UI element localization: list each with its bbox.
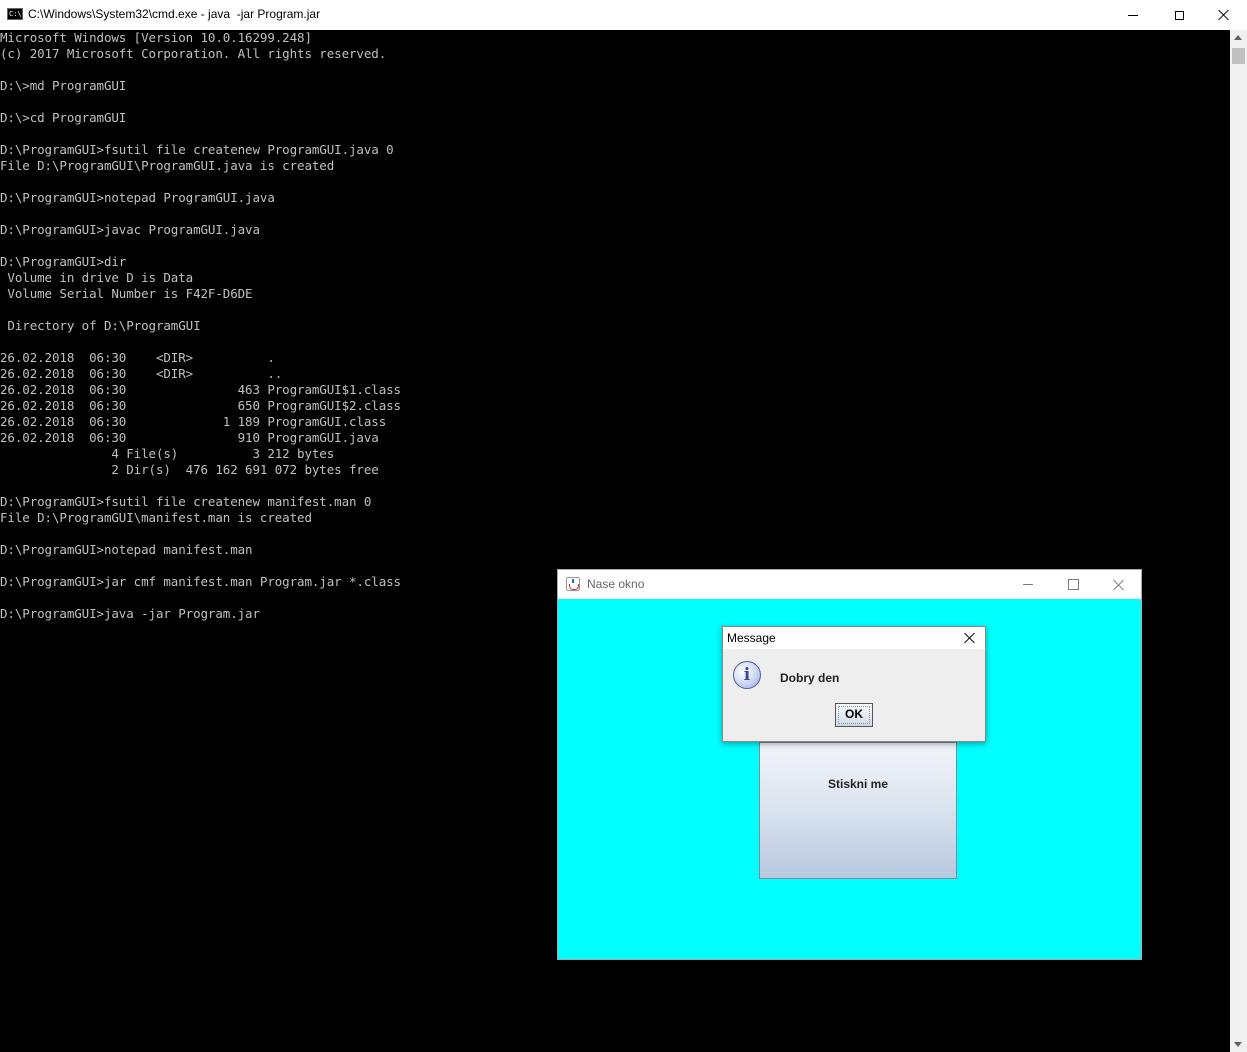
console-line: D:\ProgramGUI>dir — [0, 254, 127, 269]
console-line: Volume in drive D is Data — [0, 270, 194, 285]
scroll-up-arrow-icon[interactable] — [1234, 35, 1242, 40]
console-line: D:\ProgramGUI>fsutil file createnew Prog… — [0, 142, 394, 157]
scroll-down-arrow-icon[interactable] — [1234, 1042, 1242, 1047]
console-line: File D:\ProgramGUI\ProgramGUI.java is cr… — [0, 158, 335, 173]
java-title-bar[interactable]: Nase okno — [558, 570, 1141, 599]
close-icon — [964, 632, 976, 644]
console-line: 26.02.2018 06:30 1 189 ProgramGUI.class — [0, 414, 387, 429]
console-line: 26.02.2018 06:30 <DIR> .. — [0, 366, 283, 381]
cmd-maximize-button[interactable] — [1156, 0, 1202, 30]
cmd-title-bar[interactable]: C:\ C:\Windows\System32\cmd.exe - java -… — [0, 0, 1247, 30]
dialog-title: Message — [727, 631, 776, 645]
console-line: D:\ProgramGUI>notepad manifest.man — [0, 542, 253, 557]
cmd-window-title: C:\Windows\System32\cmd.exe - java -jar … — [28, 7, 321, 21]
dialog-close-button[interactable] — [956, 627, 984, 649]
minimize-icon — [1023, 584, 1033, 585]
close-icon — [1113, 579, 1125, 591]
cmd-app-icon[interactable]: C:\ — [7, 8, 23, 20]
java-maximize-button[interactable] — [1050, 570, 1096, 599]
ok-button[interactable]: OK — [835, 703, 873, 727]
console-line: 26.02.2018 06:30 650 ProgramGUI$2.class — [0, 398, 401, 413]
dialog-title-bar[interactable]: Message — [723, 627, 985, 649]
java-window-title: Nase okno — [587, 577, 645, 591]
close-icon — [1218, 9, 1230, 21]
java-close-button[interactable] — [1096, 570, 1142, 599]
console-line: 26.02.2018 06:30 463 ProgramGUI$1.class — [0, 382, 401, 397]
console-line: D:\>cd ProgramGUI — [0, 110, 127, 125]
console-scrollbar[interactable] — [1230, 30, 1247, 1052]
maximize-icon — [1174, 10, 1184, 20]
java-cup-icon[interactable] — [566, 577, 580, 591]
console-line: D:\ProgramGUI>notepad ProgramGUI.java — [0, 190, 275, 205]
console-line: D:\ProgramGUI>fsutil file createnew mani… — [0, 494, 372, 509]
console-line: (c) 2017 Microsoft Corporation. All righ… — [0, 46, 387, 61]
stiskni-me-button[interactable]: Stiskni me — [759, 742, 957, 879]
cmd-close-button[interactable] — [1201, 0, 1247, 30]
console-line: Microsoft Windows [Version 10.0.16299.24… — [0, 30, 312, 45]
console-line: 2 Dir(s) 476 162 691 072 bytes free — [0, 462, 379, 477]
console-line: D:\>md ProgramGUI — [0, 78, 127, 93]
console-line: 26.02.2018 06:30 910 ProgramGUI.java — [0, 430, 379, 445]
console-line: Volume Serial Number is F42F-D6DE — [0, 286, 253, 301]
console-line: 4 File(s) 3 212 bytes — [0, 446, 335, 461]
minimize-icon — [1128, 14, 1138, 16]
console-line: D:\ProgramGUI>javac ProgramGUI.java — [0, 222, 260, 237]
java-minimize-button[interactable] — [1005, 570, 1051, 599]
console-line: File D:\ProgramGUI\manifest.man is creat… — [0, 510, 312, 525]
information-icon: i — [733, 661, 761, 689]
maximize-icon — [1067, 579, 1079, 590]
console-line: 26.02.2018 06:30 <DIR> . — [0, 350, 275, 365]
message-dialog: Message i Dobry den OK — [722, 626, 986, 742]
cmd-minimize-button[interactable] — [1110, 0, 1156, 30]
scroll-thumb[interactable] — [1232, 48, 1245, 64]
dialog-message: Dobry den — [780, 671, 840, 685]
console-line: Directory of D:\ProgramGUI — [0, 318, 201, 333]
